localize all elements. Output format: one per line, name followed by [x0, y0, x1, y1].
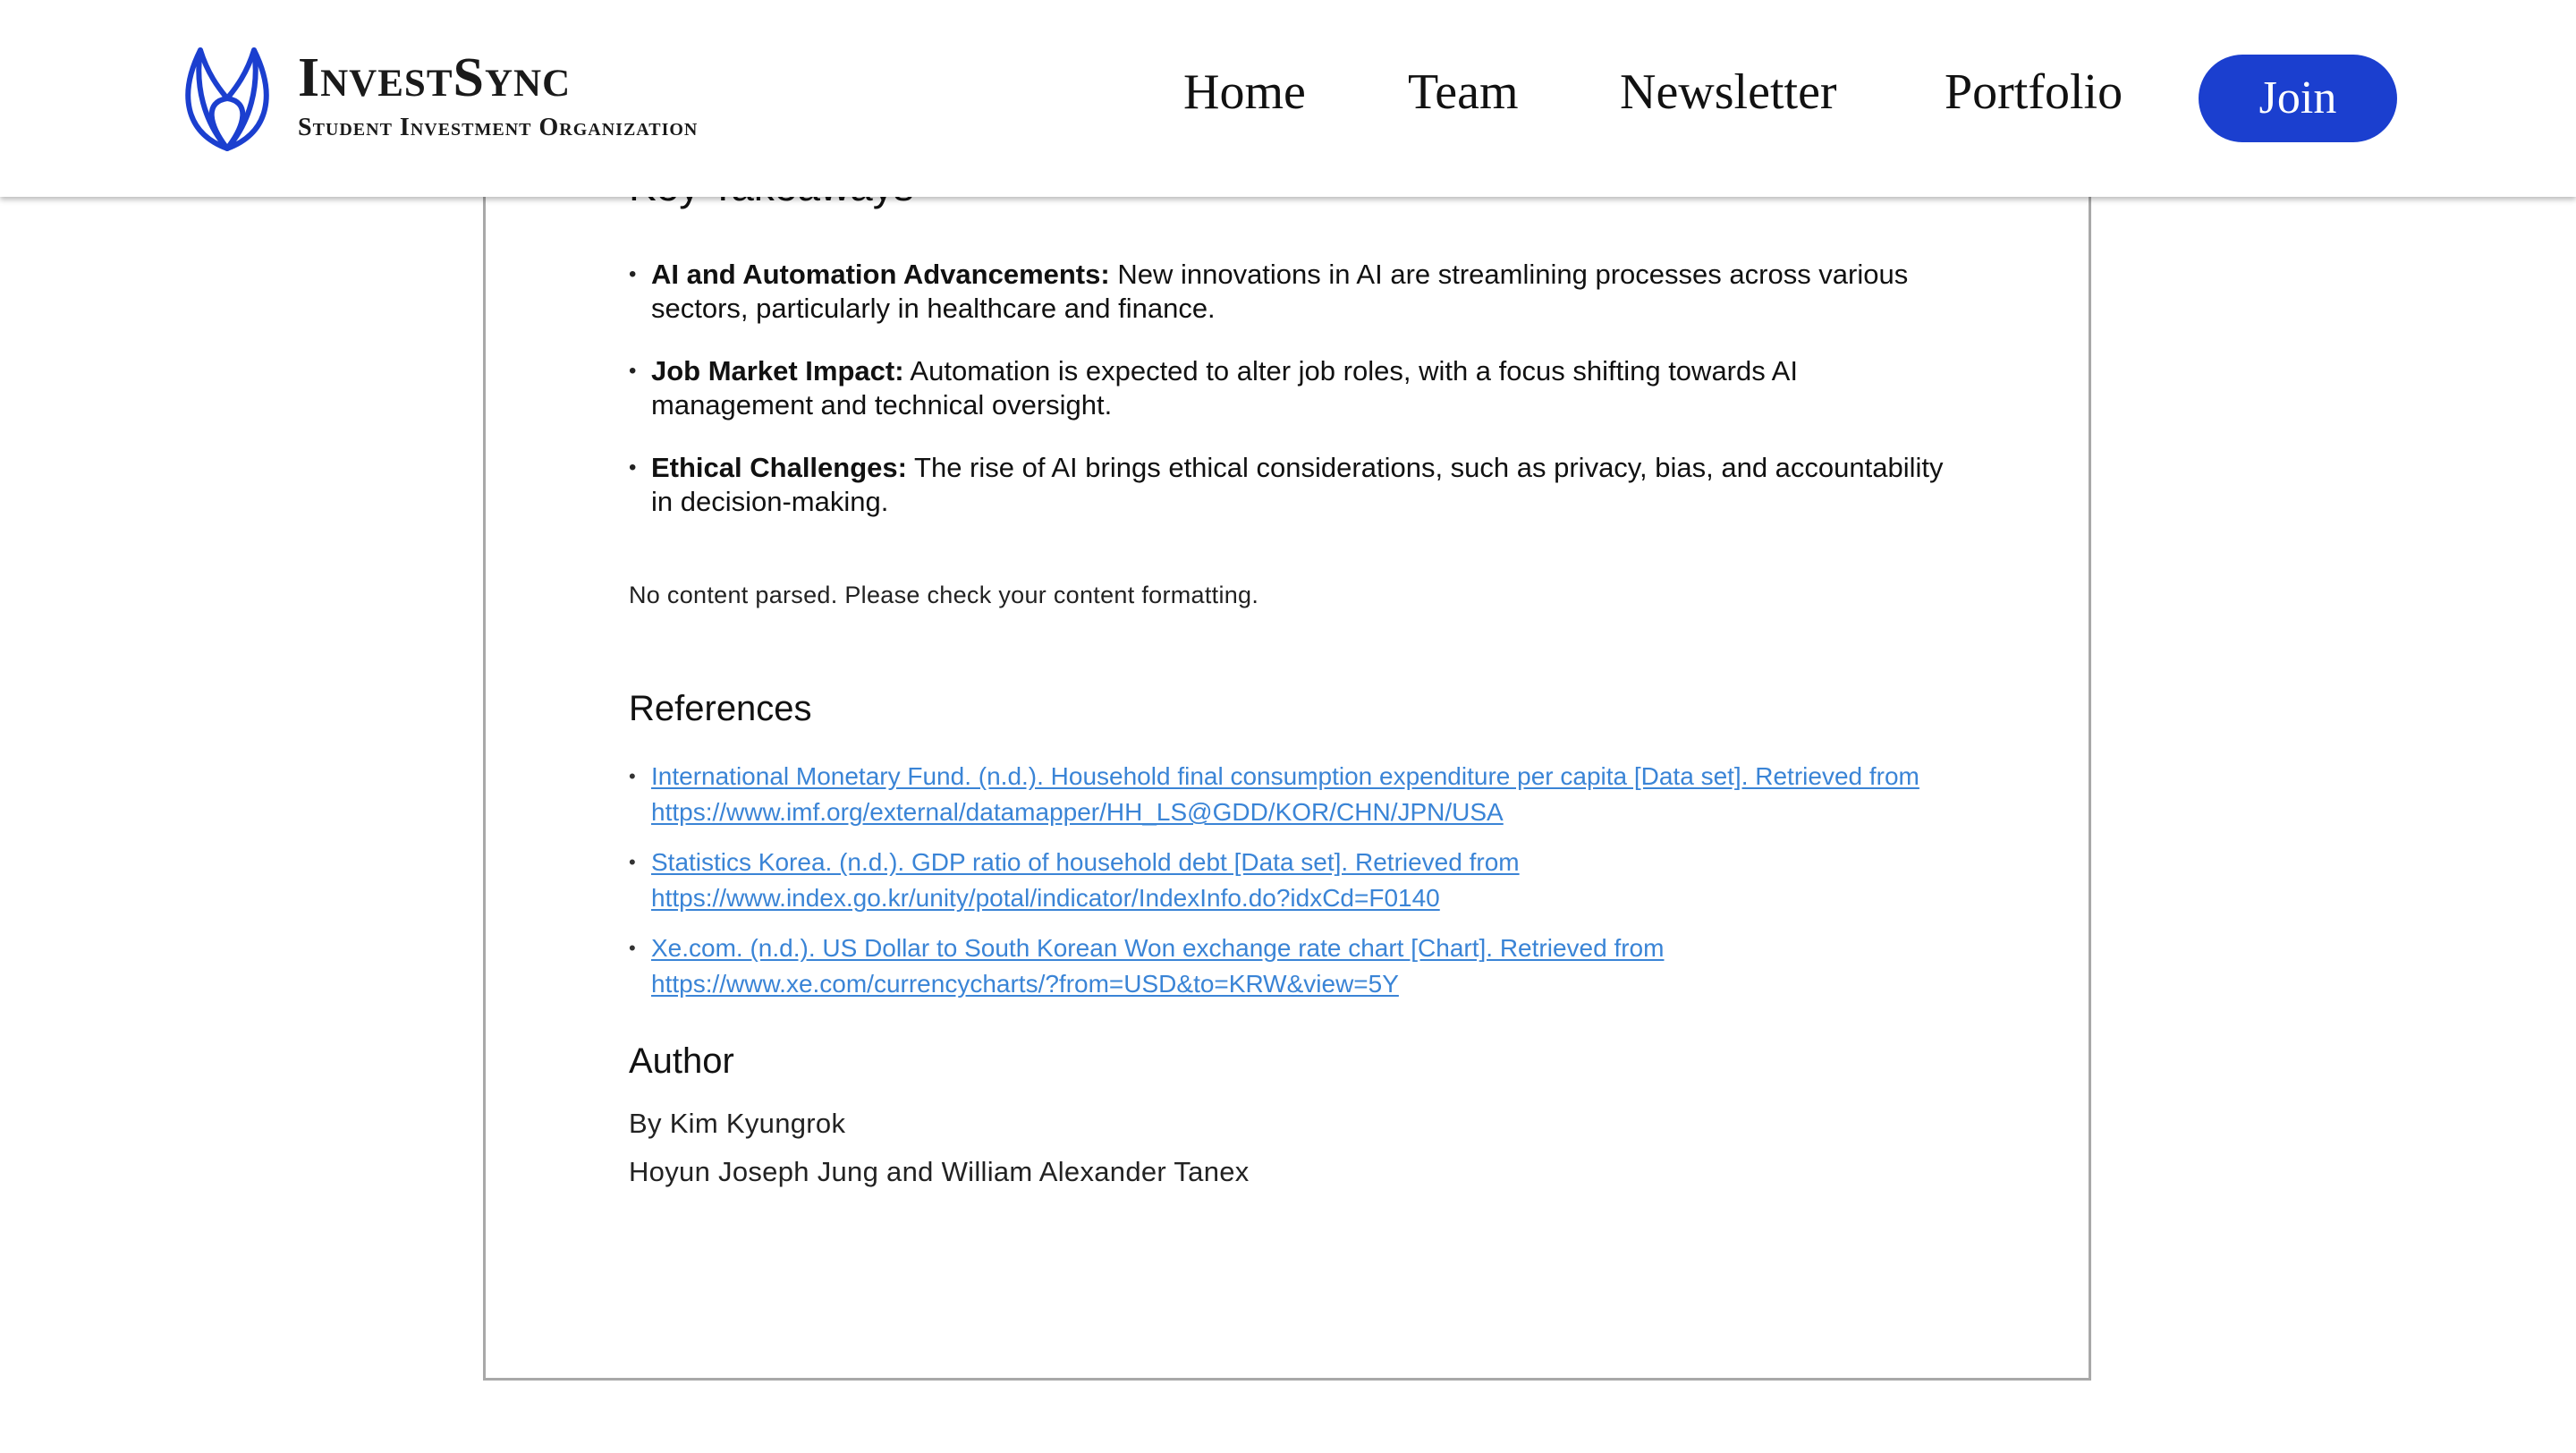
takeaway-item: • Ethical Challenges: The rise of AI bri… — [629, 451, 1953, 519]
bullet-icon: • — [629, 765, 636, 787]
nav-team[interactable]: Team — [1408, 61, 1519, 123]
brand-name[interactable]: InvestSync — [298, 47, 571, 109]
nav-newsletter[interactable]: Newsletter — [1620, 61, 1837, 123]
bullet-icon: • — [629, 262, 637, 286]
takeaway-item: • Job Market Impact: Automation is expec… — [629, 354, 1953, 422]
lotus-logo-icon[interactable] — [177, 43, 277, 154]
bullet-icon: • — [629, 455, 637, 480]
brand-tagline: Student Investment Organization — [298, 114, 699, 141]
nav-home[interactable]: Home — [1183, 61, 1306, 123]
reference-link[interactable]: Xe.com. (n.d.). US Dollar to South Korea… — [651, 934, 1664, 998]
nav-portfolio[interactable]: Portfolio — [1945, 61, 2123, 123]
reference-link[interactable]: International Monetary Fund. (n.d.). Hou… — [651, 762, 1919, 826]
reference-link[interactable]: Statistics Korea. (n.d.). GDP ratio of h… — [651, 848, 1520, 912]
author-byline: By Kim Kyungrok — [629, 1108, 846, 1139]
bullet-icon: • — [629, 359, 637, 383]
bullet-icon: • — [629, 851, 636, 873]
references-heading: References — [629, 689, 812, 728]
author-contributors: Hoyun Joseph Jung and William Alexander … — [629, 1156, 1250, 1187]
takeaway-item: • AI and Automation Advancements: New in… — [629, 258, 1953, 326]
takeaway-title: Job Market Impact: — [651, 355, 904, 387]
takeaway-title: Ethical Challenges: — [651, 452, 907, 483]
takeaway-title: AI and Automation Advancements: — [651, 259, 1110, 290]
join-button[interactable]: Join — [2199, 55, 2397, 142]
reference-item: • Xe.com. (n.d.). US Dollar to South Kor… — [629, 930, 1953, 1002]
bullet-icon: • — [629, 937, 636, 959]
author-heading: Author — [629, 1041, 734, 1081]
parse-notice: No content parsed. Please check your con… — [629, 582, 1259, 608]
site-header: InvestSync Student Investment Organizati… — [0, 0, 2576, 197]
takeaways-list: • AI and Automation Advancements: New in… — [629, 258, 1953, 548]
reference-item: • International Monetary Fund. (n.d.). H… — [629, 759, 1953, 830]
references-list: • International Monetary Fund. (n.d.). H… — [629, 759, 1953, 1016]
reference-item: • Statistics Korea. (n.d.). GDP ratio of… — [629, 845, 1953, 916]
